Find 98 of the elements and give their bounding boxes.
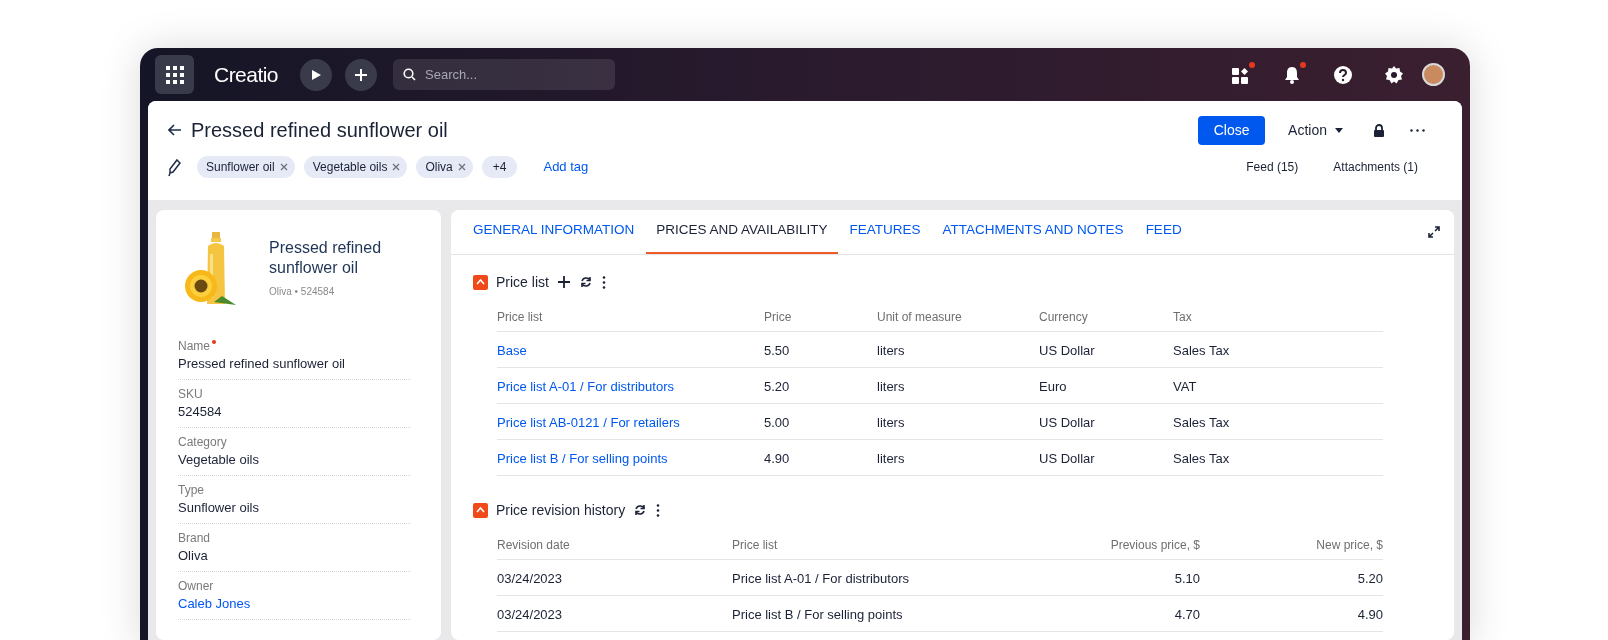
chevron-icon <box>476 278 485 286</box>
column-header: Revision date <box>497 536 571 554</box>
product-subtitle: Oliva • 524584 <box>269 285 336 299</box>
tag-chip[interactable]: Oliva <box>416 156 473 178</box>
field-value: Sunflower oils <box>178 499 260 517</box>
column-header: Price list <box>497 308 544 326</box>
run-button[interactable] <box>300 58 333 91</box>
field-label: Brand <box>178 530 211 546</box>
table-cell: 4.90 <box>1357 606 1383 622</box>
table-cell: 03/24/2023 <box>497 570 563 586</box>
table-cell: Euro <box>1039 378 1067 394</box>
add-tag-link[interactable]: Add tag <box>543 157 589 177</box>
tag-chip[interactable]: Sunflower oil <box>197 156 295 178</box>
field-link[interactable]: Caleb Jones <box>178 594 411 614</box>
app-menu-button[interactable] <box>155 55 194 94</box>
column-header: Tax <box>1173 308 1193 326</box>
table-cell: VAT <box>1173 378 1197 394</box>
add-button[interactable] <box>345 58 378 91</box>
product-title: Pressed refined sunflower oil <box>269 238 383 278</box>
expand-icon[interactable] <box>1428 226 1440 238</box>
table-cell: 5.20 <box>764 378 790 394</box>
close-button[interactable]: Close <box>1198 115 1266 145</box>
column-header: Price list <box>732 536 779 554</box>
tag-chip[interactable]: Vegetable oils <box>303 156 408 178</box>
plus-icon <box>354 67 369 82</box>
column-header: Currency <box>1039 308 1089 326</box>
remove-icon[interactable] <box>457 163 466 171</box>
table-cell: liters <box>877 414 905 430</box>
table-cell: 4.70 <box>1174 606 1200 622</box>
tab[interactable]: FEED <box>1135 217 1192 254</box>
tag-chip[interactable]: +4 <box>481 156 518 178</box>
field-value: Vegetable oils <box>178 451 260 469</box>
lock-icon[interactable] <box>1373 123 1385 137</box>
avatar[interactable] <box>1422 63 1445 86</box>
table-cell: US Dollar <box>1039 342 1095 358</box>
settings-icon[interactable] <box>1384 64 1404 85</box>
action-button[interactable]: Action <box>1288 119 1343 141</box>
field-label: SKU <box>178 386 203 402</box>
play-icon <box>310 68 323 81</box>
table-cell: Sales Tax <box>1173 414 1230 430</box>
plus-icon[interactable] <box>557 276 570 288</box>
table-cell: 5.10 <box>1174 570 1200 586</box>
more-icon[interactable] <box>1410 128 1425 132</box>
header-link[interactable]: Feed (15) <box>1246 158 1299 176</box>
collapse-toggle[interactable] <box>473 274 488 290</box>
table-cell: Sales Tax <box>1173 450 1230 466</box>
column-header: Price <box>764 308 793 326</box>
header-link[interactable]: Attachments (1) <box>1333 158 1418 176</box>
table-cell: liters <box>877 378 905 394</box>
table-link[interactable]: Base <box>497 342 527 358</box>
table-cell: Sales Tax <box>1173 342 1230 358</box>
field-label: Type <box>178 482 204 498</box>
remove-icon[interactable] <box>392 163 401 171</box>
column-header: Previous price, $ <box>1109 536 1200 554</box>
field-label: Owner <box>178 578 214 594</box>
logo: Creatio <box>214 61 279 88</box>
tab[interactable]: FEATURES <box>839 217 931 254</box>
more-icon[interactable] <box>601 275 606 289</box>
more-icon[interactable] <box>656 503 661 517</box>
search-icon <box>403 68 417 81</box>
table-link[interactable]: Price list A-01 / For distributors <box>497 378 674 394</box>
table-cell: 5.00 <box>764 414 790 430</box>
table-cell: liters <box>877 450 905 466</box>
table-cell: 5.20 <box>1357 570 1383 586</box>
table-cell: US Dollar <box>1039 414 1095 430</box>
table-cell: US Dollar <box>1039 450 1095 466</box>
remove-icon[interactable] <box>279 163 288 171</box>
pencil-icon[interactable] <box>168 157 181 177</box>
table-link[interactable]: Price list AB-0121 / For retailers <box>497 414 680 430</box>
bell-icon[interactable] <box>1282 64 1302 85</box>
table-cell: Price list A-01 / For distributors <box>732 570 909 586</box>
field-label: Category <box>178 434 227 450</box>
tab[interactable]: PRICES AND AVAILABILITY <box>646 217 838 254</box>
table-cell: 4.90 <box>764 450 790 466</box>
table-link[interactable]: Price list B / For selling points <box>497 450 668 466</box>
section-title: Price list <box>496 272 549 292</box>
caret-icon <box>1335 127 1343 133</box>
field-value: Oliva <box>178 547 209 565</box>
page-title: Pressed refined sunflower oil <box>191 118 448 143</box>
back-arrow-icon[interactable] <box>168 124 182 136</box>
grid-icon <box>164 64 185 85</box>
field-value: 524584 <box>178 403 223 421</box>
table-cell: Price list B / For selling points <box>732 606 903 622</box>
tab[interactable]: GENERAL INFORMATION <box>463 217 645 254</box>
table-cell: liters <box>877 342 905 358</box>
column-header: New price, $ <box>1315 536 1383 554</box>
table-cell: 5.50 <box>764 342 790 358</box>
collapse-toggle[interactable] <box>473 502 488 518</box>
chevron-icon <box>476 506 485 514</box>
tab[interactable]: ATTACHMENTS AND NOTES <box>932 217 1134 254</box>
help-icon[interactable] <box>1333 64 1353 85</box>
refresh-icon[interactable] <box>579 276 592 288</box>
column-header: Unit of measure <box>877 308 963 326</box>
field-label: Name <box>178 338 210 354</box>
section-title: Price revision history <box>496 500 626 520</box>
field-value: Pressed refined sunflower oil <box>178 355 346 373</box>
table-cell: 03/24/2023 <box>497 606 563 622</box>
refresh-icon[interactable] <box>634 504 647 516</box>
